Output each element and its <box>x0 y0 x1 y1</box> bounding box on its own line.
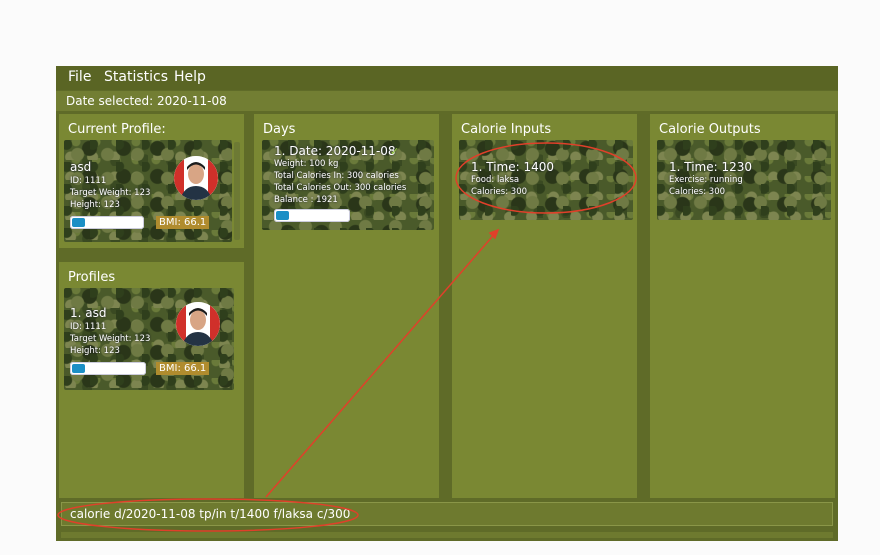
calorie-inputs-panel: Calorie Inputs 1. Time: 1400 Food: laksa… <box>452 114 637 498</box>
avatar <box>176 302 220 346</box>
day-progress-bar <box>274 209 350 222</box>
menu-help[interactable]: Help <box>174 69 206 85</box>
current-profile-title: Current Profile: <box>68 122 166 137</box>
profile-item-id: ID: 1111 <box>70 322 107 332</box>
calorie-output-time: 1. Time: 1230 <box>669 160 753 174</box>
day-weight: Weight: 100 kg <box>274 159 339 169</box>
calorie-outputs-panel: Calorie Outputs 1. Time: 1230 Exercise: … <box>650 114 835 498</box>
current-profile-card[interactable]: asd ID: 1111 Target Weight: 123 Height: … <box>64 140 232 242</box>
current-profile-scrollbar[interactable] <box>234 142 240 240</box>
command-input[interactable]: calorie d/2020-11-08 tp/in t/1400 f/laks… <box>70 507 350 521</box>
day-list-item[interactable]: 1. Date: 2020-11-08 ✓ Weight: 100 kg Tot… <box>262 140 434 230</box>
profile-item-bmi-badge: BMI: 66.1 <box>156 362 210 375</box>
profile-item-height: Height: 123 <box>70 346 120 356</box>
day-date: 1. Date: 2020-11-08 <box>274 144 396 158</box>
menu-bar: File Statistics Help <box>56 66 838 90</box>
calorie-output-exercise: Exercise: running <box>669 175 743 185</box>
bmi-badge: BMI: 66.1 <box>156 216 210 229</box>
day-balance: Balance : 1921 <box>274 195 338 205</box>
date-selected-label: Date selected: 2020-11-08 <box>56 91 838 111</box>
avatar <box>174 156 218 200</box>
profile-item-name: 1. asd <box>70 306 107 320</box>
calorie-input-item[interactable]: 1. Time: 1400 Food: laksa Calories: 300 <box>459 140 633 220</box>
profile-item-progress-bar <box>70 362 146 375</box>
day-progress-fill <box>276 211 289 220</box>
profile-id: ID: 1111 <box>70 176 107 186</box>
calorie-outputs-title: Calorie Outputs <box>659 122 761 137</box>
profile-name: asd <box>70 160 92 174</box>
calorie-input-calories: Calories: 300 <box>471 187 528 197</box>
profile-item-progress-fill <box>72 364 85 373</box>
menu-statistics[interactable]: Statistics <box>104 69 168 85</box>
profile-height: Height: 123 <box>70 200 120 210</box>
menu-file[interactable]: File <box>68 69 91 85</box>
day-calories-in: Total Calories In: 300 calories <box>274 171 399 181</box>
calorie-input-food: Food: laksa <box>471 175 520 185</box>
calorie-output-item[interactable]: 1. Time: 1230 Exercise: running Calories… <box>657 140 831 220</box>
calorie-input-time: 1. Time: 1400 <box>471 160 555 174</box>
profile-progress-fill <box>72 218 85 227</box>
app-window: File Statistics Help Date selected: 2020… <box>56 66 838 541</box>
profile-item-target-weight: Target Weight: 123 <box>70 334 151 344</box>
profile-progress-bar <box>70 216 144 229</box>
check-icon: ✓ <box>390 145 400 158</box>
command-box[interactable]: calorie d/2020-11-08 tp/in t/1400 f/laks… <box>61 502 833 526</box>
day-calories-out: Total Calories Out: 300 calories <box>274 183 407 193</box>
profile-target-weight: Target Weight: 123 <box>70 188 151 198</box>
profiles-title: Profiles <box>68 270 116 285</box>
calorie-output-calories: Calories: 300 <box>669 187 726 197</box>
result-display <box>61 532 833 538</box>
calorie-inputs-title: Calorie Inputs <box>461 122 552 137</box>
profile-list-item[interactable]: 1. asd ID: 1111 Target Weight: 123 Heigh… <box>64 288 234 390</box>
current-profile-panel: Current Profile: asd ID: 1111 Target Wei… <box>59 114 244 248</box>
days-panel: Days 1. Date: 2020-11-08 ✓ Weight: 100 k… <box>254 114 439 498</box>
days-title: Days <box>263 122 296 137</box>
profiles-panel: Profiles 1. asd ID: 1111 Target Weight: … <box>59 262 244 498</box>
